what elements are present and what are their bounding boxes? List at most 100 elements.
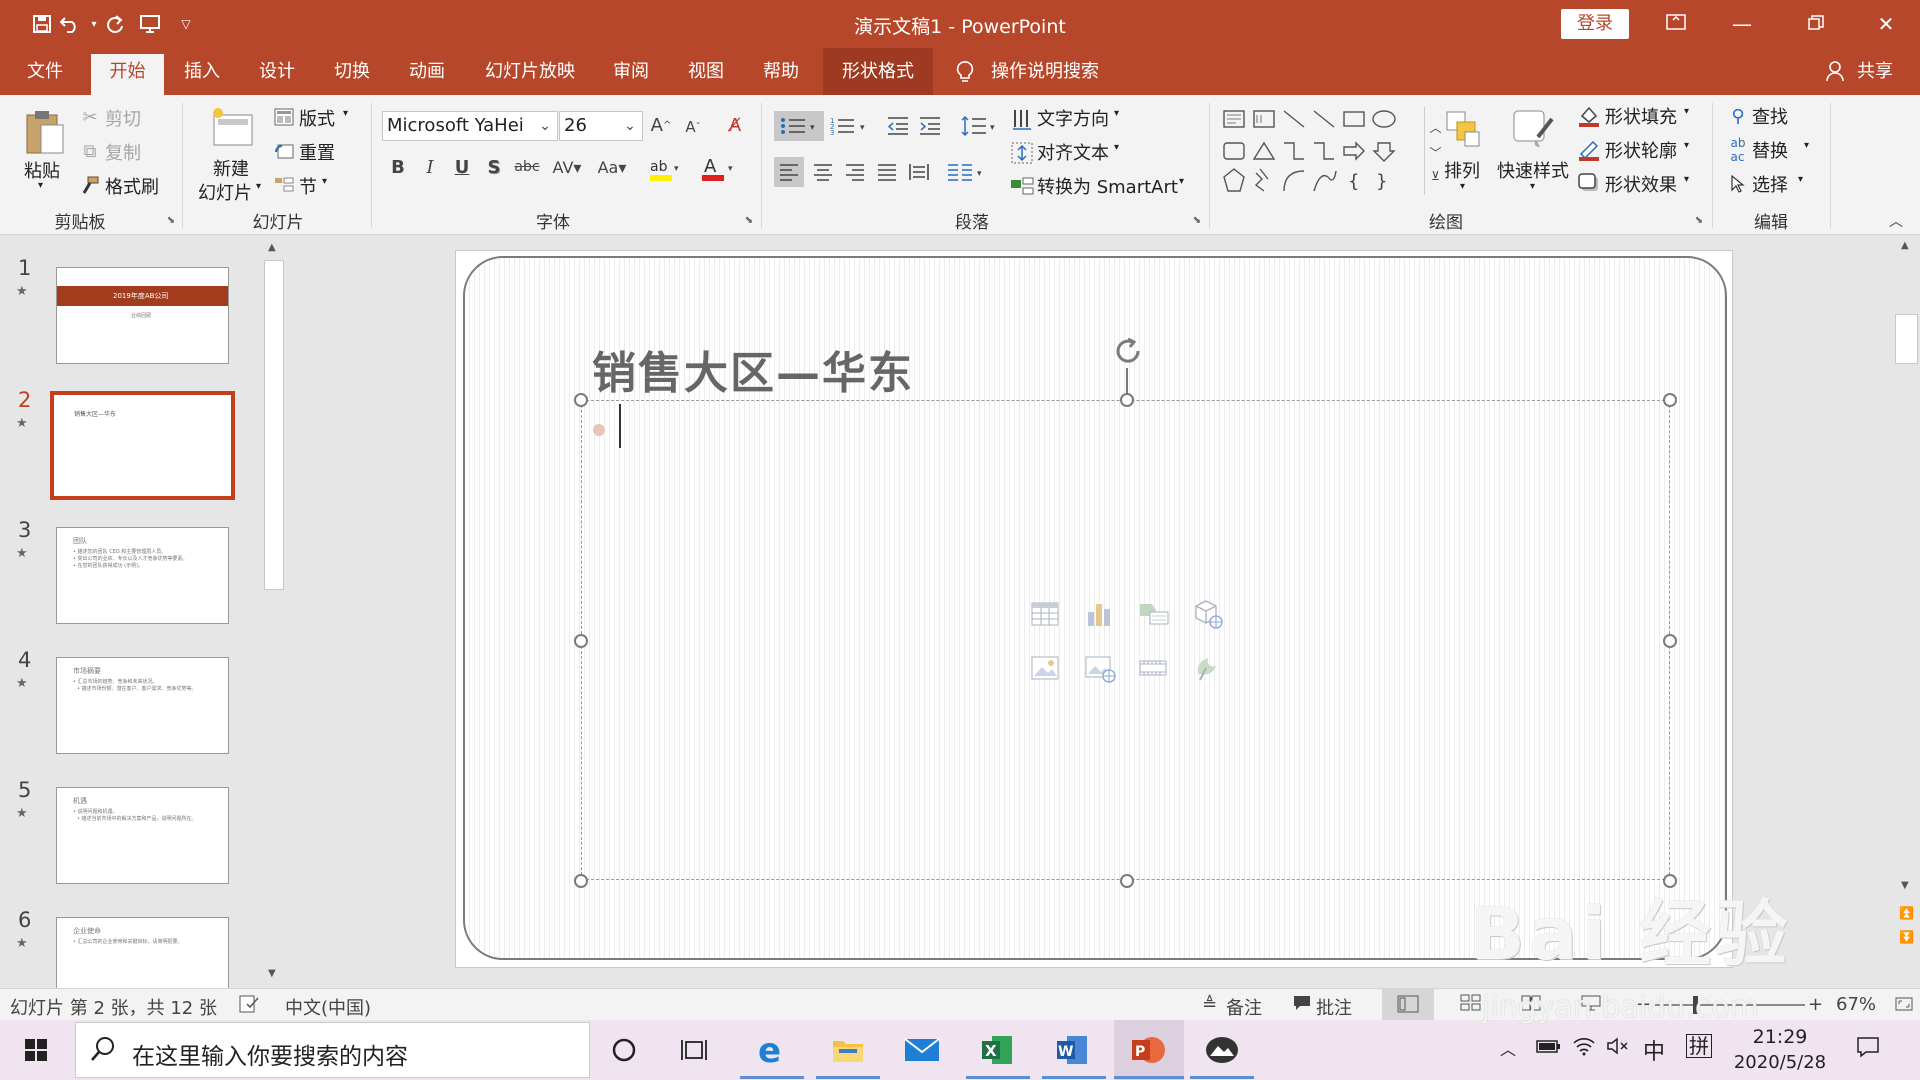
notes-icon[interactable]: ≜: [1202, 994, 1217, 1015]
new-slide-icon[interactable]: [208, 105, 258, 151]
tab-slideshow[interactable]: 幻灯片放映: [474, 48, 586, 95]
change-case-icon[interactable]: Aa▾: [592, 153, 632, 181]
shape-outline-label[interactable]: 形状轮廓: [1605, 137, 1677, 163]
arrange-dropdown-icon[interactable]: ▾: [1460, 181, 1465, 192]
slide-thumbnail-3[interactable]: 团队 • 描述您的团队 CEO 和主要管理层人员。 • 突出公司的业绩、专长以及…: [56, 527, 229, 624]
text-direction-label[interactable]: 文字方向: [1037, 105, 1109, 131]
powerpoint-icon[interactable]: P: [1126, 1028, 1170, 1072]
resize-handle-bottom[interactable]: [1120, 874, 1134, 888]
fit-slide-icon[interactable]: [1894, 994, 1914, 1019]
slide-thumbnail-6[interactable]: 企业使命 • 汇总公司的企业使命和关键目标，请简明扼要。: [56, 917, 229, 988]
excel-icon[interactable]: X: [975, 1028, 1019, 1072]
canvas-scroll-up-icon[interactable]: ▲: [1901, 240, 1909, 251]
minimize-icon[interactable]: —: [1722, 8, 1762, 40]
font-color-icon[interactable]: A ▾: [698, 153, 738, 185]
wifi-icon[interactable]: [1572, 1036, 1596, 1061]
clock-date[interactable]: 2020/5/28: [1728, 1052, 1832, 1073]
share-person-icon[interactable]: [1820, 48, 1850, 95]
shape-effects-icon[interactable]: [1576, 171, 1602, 197]
cortana-icon[interactable]: [602, 1028, 646, 1072]
new-slide-label-2[interactable]: 幻灯片: [198, 179, 252, 205]
insert-smartart-icon[interactable]: [1138, 600, 1169, 628]
task-view-icon[interactable]: [672, 1028, 716, 1072]
slides-panel-scrollbar[interactable]: ▲ ▼: [262, 240, 286, 985]
layout-label[interactable]: 版式: [299, 105, 335, 131]
resize-handle-left[interactable]: [574, 634, 588, 648]
scroll-down-arrow-icon[interactable]: ▼: [268, 968, 276, 979]
resize-handle-top-right[interactable]: [1663, 393, 1677, 407]
distributed-icon[interactable]: [904, 157, 934, 187]
character-spacing-icon[interactable]: AV▾: [547, 153, 587, 181]
underline-icon[interactable]: U: [449, 153, 475, 181]
tab-help[interactable]: 帮助: [753, 48, 809, 95]
shape-fill-label[interactable]: 形状填充: [1605, 103, 1677, 129]
edge-icon[interactable]: e: [750, 1028, 794, 1072]
volume-muted-icon[interactable]: [1606, 1036, 1630, 1061]
slide-sorter-icon[interactable]: [1460, 994, 1482, 1017]
slide-thumbnail-4[interactable]: 市场摘要 • 汇总市场的趋势、竞争和未来状况。 • 描述市场份额、潜在客户、客户…: [56, 657, 229, 754]
slide-title[interactable]: 销售大区—华东: [592, 337, 914, 401]
columns-icon[interactable]: ▾: [944, 157, 988, 187]
canvas-scroll-thumb[interactable]: [1895, 314, 1918, 364]
align-right-icon[interactable]: [840, 157, 870, 187]
align-left-icon[interactable]: [774, 157, 804, 187]
tab-transitions[interactable]: 切换: [324, 48, 380, 95]
next-slide-icon[interactable]: ⏬: [1899, 930, 1914, 944]
taskbar-search-box[interactable]: 在这里输入你要搜索的内容: [75, 1022, 590, 1078]
notes-button[interactable]: 备注: [1226, 994, 1262, 1020]
comments-button[interactable]: 批注: [1316, 994, 1352, 1020]
slide-thumbnail-1[interactable]: 2019年度AB公司 业绩回顾: [56, 267, 229, 364]
canvas-scroll-down-icon[interactable]: ▼: [1901, 880, 1909, 891]
ribbon-display-options-icon[interactable]: [1656, 8, 1696, 40]
notification-center-icon[interactable]: [1856, 1036, 1880, 1063]
bullets-icon[interactable]: ▾: [774, 111, 824, 141]
paste-dropdown-icon[interactable]: ▾: [38, 180, 43, 191]
shape-outline-dropdown-icon[interactable]: ▾: [1684, 140, 1689, 151]
smartart-icon[interactable]: [1008, 173, 1036, 201]
quick-styles-icon[interactable]: [1508, 105, 1558, 155]
resize-handle-top-left[interactable]: [574, 393, 588, 407]
shape-outline-icon[interactable]: [1576, 137, 1602, 163]
align-text-label[interactable]: 对齐文本: [1037, 139, 1109, 165]
reset-label[interactable]: 重置: [299, 139, 335, 165]
zoom-level[interactable]: 67%: [1836, 994, 1876, 1015]
strikethrough-icon[interactable]: abc: [512, 153, 542, 181]
section-label[interactable]: 节: [299, 173, 317, 199]
clock-time[interactable]: 21:29: [1738, 1026, 1822, 1048]
cut-icon[interactable]: ✂: [78, 105, 102, 129]
font-name-dropdown-icon[interactable]: ⌄: [533, 113, 557, 139]
copy-icon[interactable]: ⧉: [78, 139, 102, 163]
language-status[interactable]: 中文(中国): [285, 994, 371, 1020]
content-placeholder[interactable]: [581, 400, 1670, 880]
insert-online-picture-icon[interactable]: [1085, 654, 1116, 683]
replace-label[interactable]: 替换: [1752, 137, 1788, 163]
align-text-icon[interactable]: [1008, 139, 1036, 167]
tab-file[interactable]: 文件: [18, 48, 72, 95]
copy-label[interactable]: 复制: [105, 139, 141, 165]
numbering-icon[interactable]: 1 2 3 ▾: [828, 111, 872, 141]
login-button[interactable]: 登录: [1561, 9, 1629, 39]
ime-language[interactable]: 中: [1643, 1034, 1665, 1066]
tab-design[interactable]: 设计: [249, 48, 305, 95]
font-launcher-icon[interactable]: ⬊: [742, 213, 756, 227]
increase-font-size-icon[interactable]: A ^: [648, 111, 674, 139]
shape-fill-icon[interactable]: [1576, 103, 1602, 129]
tab-view[interactable]: 视图: [678, 48, 734, 95]
replace-icon[interactable]: ab ac: [1726, 136, 1750, 164]
layout-icon[interactable]: [272, 105, 296, 129]
paste-icon[interactable]: [20, 105, 70, 159]
clipboard-launcher-icon[interactable]: ⬊: [164, 213, 178, 227]
scroll-up-arrow-icon[interactable]: ▲: [268, 242, 276, 253]
italic-icon[interactable]: I: [417, 153, 443, 181]
scroll-thumb[interactable]: [264, 260, 284, 590]
font-name-combo[interactable]: Microsoft YaHei: [382, 111, 558, 141]
clear-formatting-icon[interactable]: A̸: [722, 111, 748, 139]
insert-table-icon[interactable]: [1031, 600, 1059, 628]
tab-home[interactable]: 开始: [91, 54, 164, 95]
quick-styles-label[interactable]: 快速样式: [1497, 157, 1569, 183]
normal-view-button[interactable]: [1382, 989, 1434, 1020]
previous-slide-icon[interactable]: ⏫: [1899, 906, 1914, 920]
replace-dropdown-icon[interactable]: ▾: [1804, 140, 1809, 151]
insert-picture-icon[interactable]: [1031, 654, 1059, 682]
text-direction-icon[interactable]: [1008, 105, 1036, 133]
